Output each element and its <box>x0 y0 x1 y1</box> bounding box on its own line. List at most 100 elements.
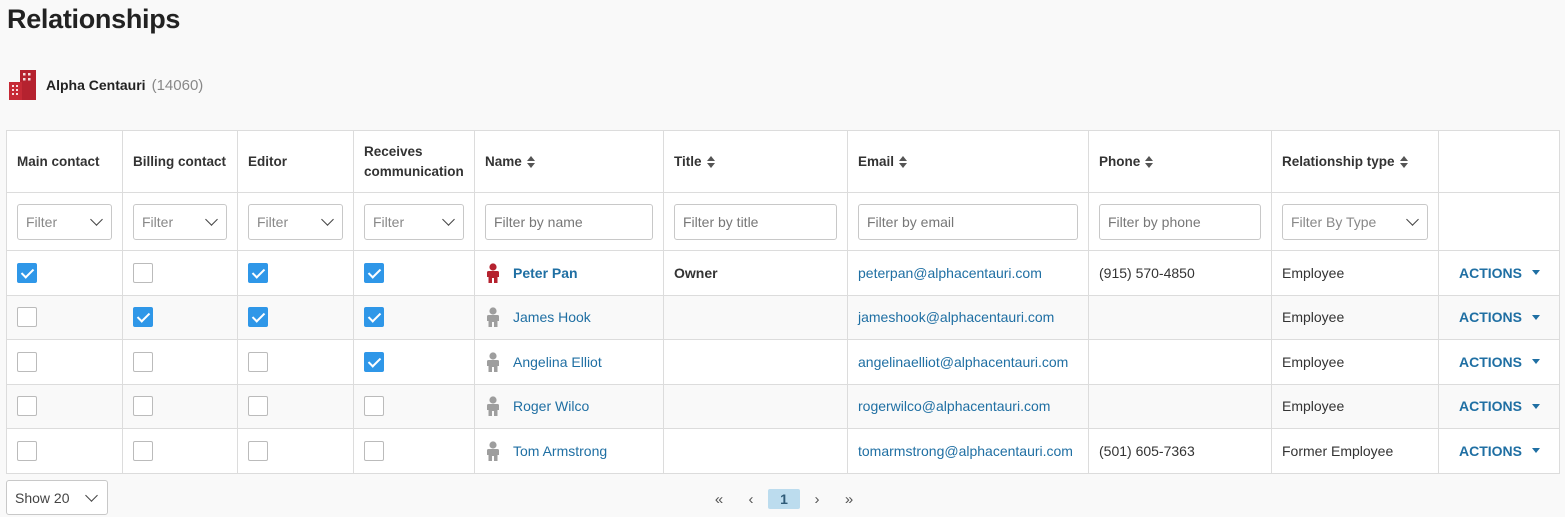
receives-communication-checkbox[interactable] <box>364 440 384 461</box>
phone-filter-input[interactable] <box>1099 203 1261 240</box>
receives-communication-checkbox[interactable] <box>364 396 384 417</box>
contact-email-link[interactable]: jameshook@alphacentauri.com <box>858 309 1054 325</box>
relationship-type-filter[interactable]: Filter By Type <box>1282 203 1428 240</box>
column-label-relationship-type: Relationship type <box>1282 153 1395 169</box>
main-contact-checkbox[interactable] <box>17 440 37 461</box>
next-page-button[interactable]: › <box>801 491 833 508</box>
current-page[interactable]: 1 <box>768 489 800 509</box>
actions-button[interactable]: ACTIONS <box>1449 309 1549 325</box>
column-header-main-contact: Main contact <box>6 130 123 193</box>
editor-checkbox[interactable] <box>248 262 268 283</box>
sort-icon[interactable] <box>526 155 536 168</box>
actions-button[interactable]: ACTIONS <box>1449 443 1549 459</box>
last-page-button[interactable]: » <box>833 491 865 508</box>
editor-checkbox[interactable] <box>248 396 268 417</box>
pagination: « ‹ 1 › » <box>703 488 865 510</box>
sort-icon[interactable] <box>706 155 716 168</box>
column-header-phone[interactable]: Phone <box>1088 130 1272 193</box>
name-cell: James Hook <box>485 307 653 328</box>
billing-contact-checkbox[interactable] <box>133 351 153 372</box>
contact-title: Owner <box>674 264 718 281</box>
actions-button[interactable]: ACTIONS <box>1449 265 1549 281</box>
page-size-value: Show 20 <box>15 489 70 506</box>
billing-contact-checkbox[interactable] <box>133 440 153 461</box>
title-filter-input[interactable] <box>674 203 837 240</box>
contact-email-link[interactable]: angelinaelliot@alphacentauri.com <box>858 354 1068 370</box>
column-header-email[interactable]: Email <box>847 130 1089 193</box>
sort-icon[interactable] <box>1145 155 1154 168</box>
chevron-down-icon <box>442 212 455 226</box>
name-filter-input[interactable] <box>485 203 653 240</box>
contact-name-link[interactable]: Peter Pan <box>513 265 578 281</box>
actions-button[interactable]: ACTIONS <box>1449 354 1549 370</box>
building-icon <box>9 70 36 100</box>
person-icon <box>487 396 499 417</box>
chevron-down-icon <box>321 212 334 226</box>
billing-contact-checkbox[interactable] <box>133 262 153 283</box>
receives-communication-checkbox[interactable] <box>364 307 384 328</box>
filter-value: Filter <box>257 213 289 230</box>
header-row: Main contact Billing contact Editor Rece… <box>6 130 1560 193</box>
relationships-table: Main contact Billing contact Editor Rece… <box>6 130 1560 474</box>
column-header-name[interactable]: Name <box>474 130 664 193</box>
contact-email-link[interactable]: peterpan@alphacentauri.com <box>858 265 1042 281</box>
name-cell: Angelina Elliot <box>485 352 653 372</box>
first-page-button[interactable]: « <box>703 491 735 508</box>
page-size-select[interactable]: Show 20 <box>6 480 108 515</box>
previous-page-button[interactable]: ‹ <box>735 491 767 508</box>
column-header-title[interactable]: Title <box>663 130 848 193</box>
main-contact-checkbox[interactable] <box>17 262 37 283</box>
email-filter-input[interactable] <box>858 203 1078 240</box>
contact-name-link[interactable]: James Hook <box>513 309 591 325</box>
actions-label: ACTIONS <box>1459 264 1522 281</box>
sort-icon[interactable] <box>1399 155 1409 168</box>
editor-checkbox[interactable] <box>248 307 268 328</box>
chevron-down-icon <box>85 488 98 502</box>
editor-checkbox[interactable] <box>248 351 268 372</box>
name-cell: Roger Wilco <box>485 396 653 417</box>
contact-name-link[interactable]: Angelina Elliot <box>513 354 602 370</box>
contact-email-link[interactable]: rogerwilco@alphacentauri.com <box>858 398 1050 414</box>
organization-name: Alpha Centauri <box>46 77 146 93</box>
table-row: Peter Pan Owner peterpan@alphacentauri.com… <box>6 250 1560 296</box>
receives-communication-checkbox[interactable] <box>364 351 384 372</box>
chevron-down-icon <box>205 212 218 226</box>
relationship-type: Employee <box>1282 398 1345 415</box>
person-icon <box>487 263 499 283</box>
actions-button[interactable]: ACTIONS <box>1449 398 1549 414</box>
chevron-down-icon <box>1406 212 1419 226</box>
contact-email-link[interactable]: tomarmstrong@alphacentauri.com <box>858 443 1073 459</box>
billing-contact-checkbox[interactable] <box>133 307 153 328</box>
billing-contact-filter[interactable]: Filter <box>133 203 227 240</box>
contact-name-link[interactable]: Roger Wilco <box>513 398 589 414</box>
column-header-receives-communication: Receives communication <box>353 130 475 193</box>
person-icon <box>487 307 499 328</box>
column-label-phone: Phone <box>1099 153 1141 169</box>
caret-down-icon <box>1532 448 1540 454</box>
contact-name-link[interactable]: Tom Armstrong <box>513 443 607 459</box>
filter-row: Filter Filter Filter Filter Filter By Ty… <box>6 192 1560 251</box>
contact-phone: (915) 570-4850 <box>1099 264 1195 281</box>
caret-down-icon <box>1532 403 1540 409</box>
editor-checkbox[interactable] <box>248 440 268 461</box>
column-header-actions <box>1438 130 1560 193</box>
column-label-name: Name <box>485 153 522 169</box>
main-contact-checkbox[interactable] <box>17 351 37 372</box>
column-header-editor: Editor <box>237 130 354 193</box>
main-contact-filter[interactable]: Filter <box>17 203 112 240</box>
page-title: Relationships <box>7 4 181 34</box>
table-row: Angelina Elliot angelinaelliot@alphacenta… <box>6 339 1560 385</box>
caret-down-icon <box>1532 314 1540 320</box>
receives-communication-checkbox[interactable] <box>364 262 384 283</box>
receives-communication-filter[interactable]: Filter <box>364 203 464 240</box>
contact-phone: (501) 605-7363 <box>1099 442 1195 459</box>
main-contact-checkbox[interactable] <box>17 396 37 417</box>
relationship-type: Employee <box>1282 264 1345 281</box>
organization-header: Alpha Centauri (14060) <box>8 68 203 102</box>
billing-contact-checkbox[interactable] <box>133 396 153 417</box>
main-contact-checkbox[interactable] <box>17 307 37 328</box>
relationship-type: Employee <box>1282 309 1345 326</box>
editor-filter[interactable]: Filter <box>248 203 343 240</box>
column-header-relationship-type[interactable]: Relationship type <box>1271 130 1439 193</box>
sort-icon[interactable] <box>899 155 908 168</box>
